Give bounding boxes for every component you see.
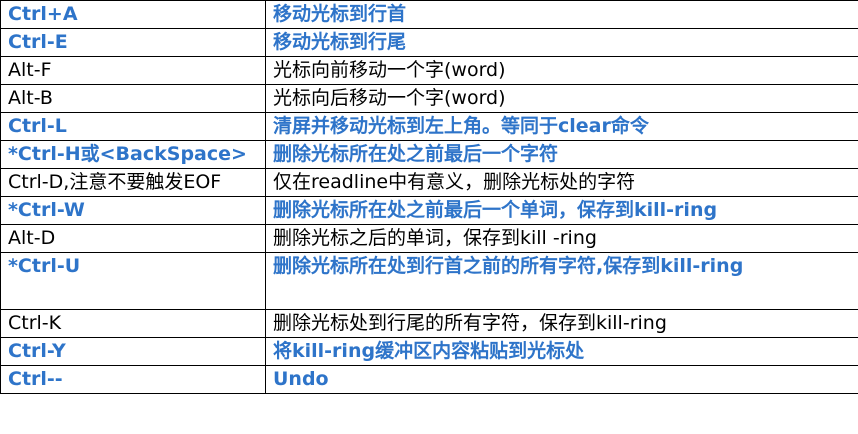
table-row: Alt-D 删除光标之后的单词，保存到kill -ring xyxy=(0,224,858,253)
shortcut-key: Ctrl-L xyxy=(0,112,266,141)
table-row: *Ctrl-H或<BackSpace> 删除光标所在处之前最后一个字符 xyxy=(0,140,858,169)
table-row: *Ctrl-W 删除光标所在处之前最后一个单词，保存到kill-ring xyxy=(0,196,858,225)
table-row: Ctrl-L 清屏并移动光标到左上角。等同于clear命令 xyxy=(0,112,858,141)
shortcut-table-page: Ctrl+A 移动光标到行首 Ctrl-E 移动光标到行尾 Alt-F 光标向前… xyxy=(0,0,858,434)
shortcut-table: Ctrl+A 移动光标到行首 Ctrl-E 移动光标到行尾 Alt-F 光标向前… xyxy=(0,0,858,394)
shortcut-description: Undo xyxy=(265,365,858,394)
shortcut-description: 清屏并移动光标到左上角。等同于clear命令 xyxy=(265,112,858,141)
shortcut-key: Ctrl-K xyxy=(0,309,266,338)
shortcut-key: Alt-B xyxy=(0,84,266,113)
table-row: Ctrl-- Undo xyxy=(0,365,858,394)
table-row: Ctrl-K 删除光标处到行尾的所有字符，保存到kill-ring xyxy=(0,309,858,338)
shortcut-key: Ctrl-E xyxy=(0,28,266,57)
shortcut-key: Ctrl-Y xyxy=(0,337,266,366)
table-row: *Ctrl-U 删除光标所在处到行首之前的所有字符,保存到kill-ring xyxy=(0,252,858,310)
shortcut-description: 仅在readline中有意义，删除光标处的字符 xyxy=(265,168,858,197)
table-row: Alt-B 光标向后移动一个字(word) xyxy=(0,84,858,113)
shortcut-key: *Ctrl-U xyxy=(0,252,266,310)
shortcut-description: 删除光标之后的单词，保存到kill -ring xyxy=(265,224,858,253)
table-row: Alt-F 光标向前移动一个字(word) xyxy=(0,56,858,85)
shortcut-key: Ctrl-D,注意不要触发EOF xyxy=(0,168,266,197)
table-row: Ctrl-Y 将kill-ring缓冲区内容粘贴到光标处 xyxy=(0,337,858,366)
shortcut-description: 移动光标到行尾 xyxy=(265,28,858,57)
shortcut-description-text: 删除光标所在处到行首之前的所有字符,保存到kill-ring xyxy=(273,255,744,277)
shortcut-description: 删除光标所在处之前最后一个字符 xyxy=(265,140,858,169)
shortcut-description: 光标向前移动一个字(word) xyxy=(265,56,858,85)
table-row: Ctrl-D,注意不要触发EOF 仅在readline中有意义，删除光标处的字符 xyxy=(0,168,858,197)
shortcut-description: 光标向后移动一个字(word) xyxy=(265,84,858,113)
shortcut-key: *Ctrl-H或<BackSpace> xyxy=(0,140,266,169)
shortcut-description: 删除光标所在处到行首之前的所有字符,保存到kill-ring xyxy=(265,252,858,310)
shortcut-description: 删除光标所在处之前最后一个单词，保存到kill-ring xyxy=(265,196,858,225)
shortcut-description: 删除光标处到行尾的所有字符，保存到kill-ring xyxy=(265,309,858,338)
shortcut-key: Ctrl-- xyxy=(0,365,266,394)
shortcut-description: 将kill-ring缓冲区内容粘贴到光标处 xyxy=(265,337,858,366)
shortcut-key: *Ctrl-W xyxy=(0,196,266,225)
shortcut-description: 移动光标到行首 xyxy=(265,0,858,29)
table-row: Ctrl-E 移动光标到行尾 xyxy=(0,28,858,57)
table-row: Ctrl+A 移动光标到行首 xyxy=(0,0,858,29)
shortcut-key: Ctrl+A xyxy=(0,0,266,29)
shortcut-key: Alt-D xyxy=(0,224,266,253)
shortcut-key: Alt-F xyxy=(0,56,266,85)
